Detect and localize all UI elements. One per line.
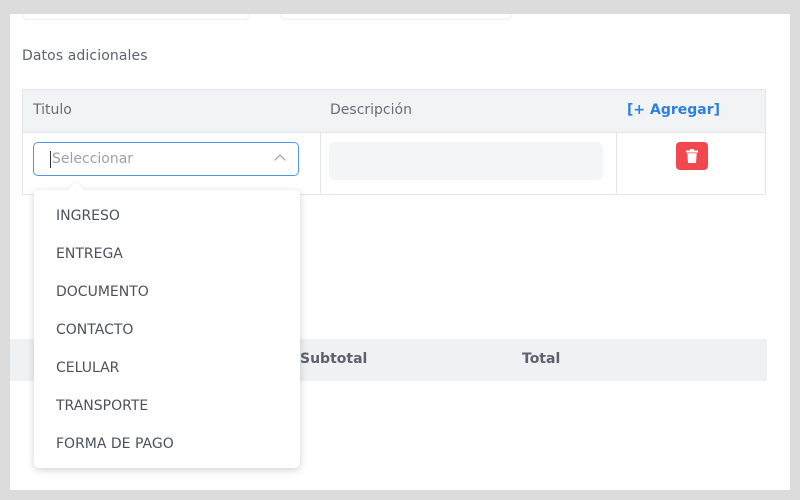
dropdown-option-transporte[interactable]: TRANSPORTE bbox=[56, 398, 148, 414]
dropdown-option-documento[interactable]: DOCUMENTO bbox=[56, 284, 149, 300]
chevron-up-icon[interactable] bbox=[274, 154, 286, 166]
dropdown-option-forma-de-pago[interactable]: FORMA DE PAGO bbox=[56, 436, 174, 452]
header-descripcion: Descripción bbox=[330, 102, 412, 118]
additional-data-table: Titulo Descripción [+ Agregar] Seleccion… bbox=[22, 89, 766, 195]
top-field-2[interactable] bbox=[280, 14, 512, 20]
header-titulo: Titulo bbox=[33, 102, 72, 118]
dropdown-option-entrega[interactable]: ENTREGA bbox=[56, 246, 123, 262]
subtotal-label: Subtotal bbox=[300, 351, 368, 367]
description-input[interactable] bbox=[329, 142, 603, 180]
top-field-1[interactable] bbox=[22, 14, 250, 20]
dropdown-option-celular[interactable]: CELULAR bbox=[56, 360, 119, 376]
text-cursor bbox=[50, 151, 51, 168]
delete-row-button[interactable] bbox=[676, 142, 708, 170]
trash-icon bbox=[686, 149, 698, 163]
form-page: Datos adicionales Titulo Descripción [+ … bbox=[10, 14, 790, 490]
table-header: Titulo Descripción [+ Agregar] bbox=[23, 90, 765, 133]
total-label: Total bbox=[522, 351, 561, 367]
dropdown-option-ingreso[interactable]: INGRESO bbox=[56, 208, 120, 224]
select-placeholder: Seleccionar bbox=[52, 151, 134, 167]
column-divider bbox=[616, 132, 617, 194]
section-title: Datos adicionales bbox=[22, 48, 148, 64]
titulo-select[interactable]: Seleccionar bbox=[33, 142, 299, 176]
titulo-dropdown-menu: INGRESO ENTREGA DOCUMENTO CONTACTO CELUL… bbox=[34, 181, 300, 468]
column-divider bbox=[320, 132, 321, 194]
dropdown-option-contacto[interactable]: CONTACTO bbox=[56, 322, 133, 338]
add-row-link[interactable]: [+ Agregar] bbox=[627, 102, 720, 118]
